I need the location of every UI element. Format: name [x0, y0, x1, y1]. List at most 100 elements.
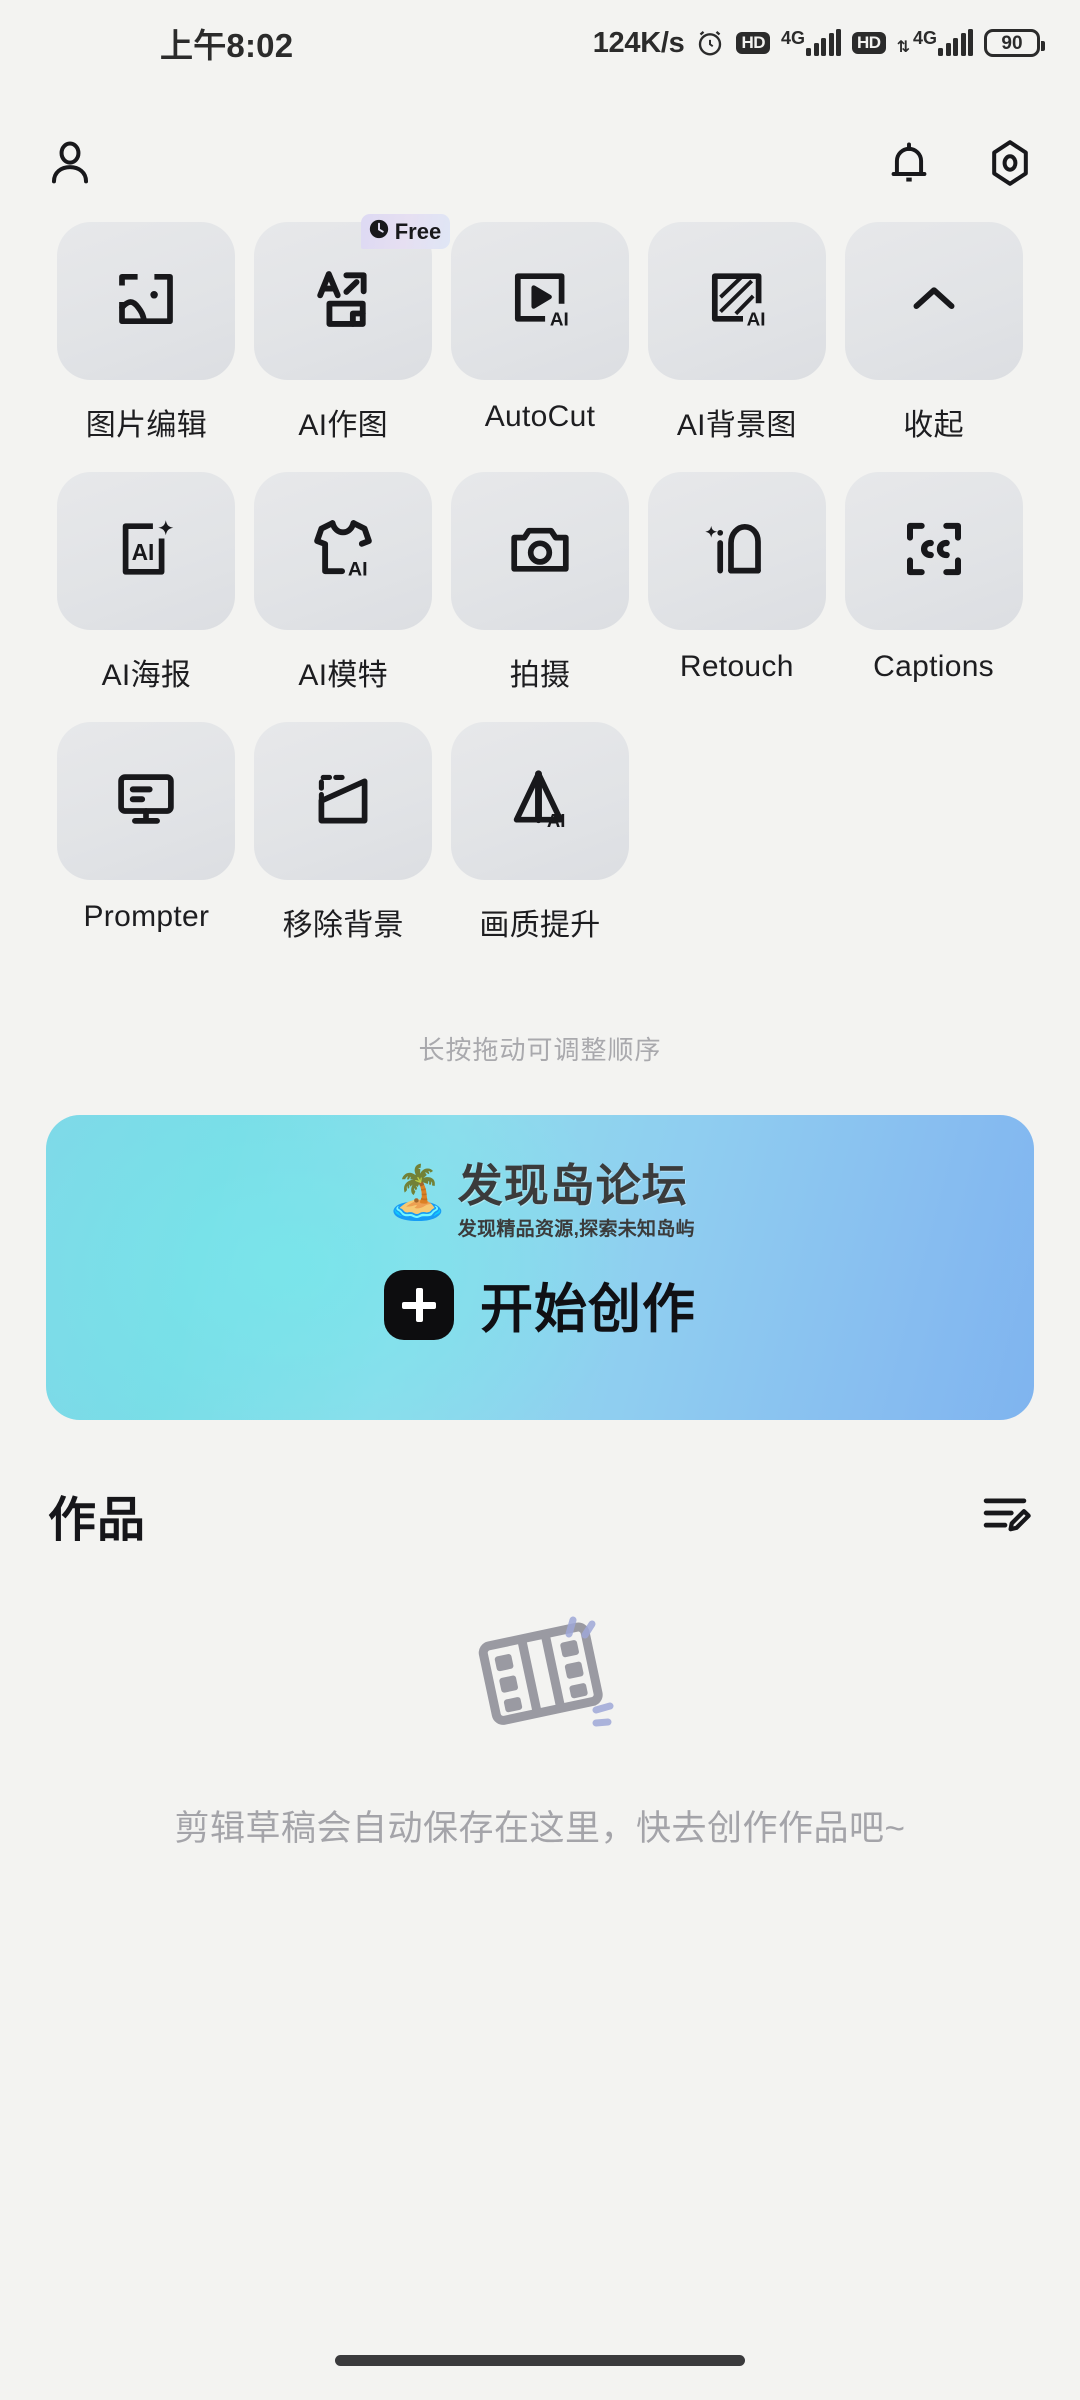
- image-edit-icon: [110, 263, 182, 340]
- banner-watermark: 🏝️ 发现岛论坛 发现精品资源,探索未知岛屿: [46, 1163, 1034, 1241]
- sim1-signal-bars: [806, 29, 842, 56]
- works-manage-button[interactable]: [978, 1486, 1032, 1545]
- tool-label: AI背景图: [676, 409, 797, 442]
- empty-state-text: 剪辑草稿会自动保存在这里，快去创作作品吧~: [174, 1809, 906, 1848]
- ai-text-to-image-icon: [306, 262, 380, 341]
- tool-tile-retouch[interactable]: Retouch: [638, 472, 835, 694]
- tool-label: AutoCut: [484, 400, 596, 433]
- alarm-clock-icon: [695, 28, 725, 58]
- battery-indicator: 90: [984, 29, 1045, 57]
- retouch-face-icon: [701, 513, 773, 590]
- tool-label: Captions: [873, 650, 994, 683]
- tool-tile-ai-model[interactable]: AI AI模特: [245, 472, 442, 694]
- prompter-monitor-icon: [110, 763, 182, 840]
- free-badge-text: Free: [394, 218, 442, 244]
- tool-tile-image-edit[interactable]: 图片编辑: [48, 222, 245, 444]
- tool-tile-prompter[interactable]: Prompter: [48, 722, 245, 944]
- sim2-network-label: 4G: [912, 28, 937, 48]
- status-bar-indicators: 124K/s HD 4G HD ⇅ 4G 90: [592, 26, 1045, 60]
- start-creating-label: 开始创作: [480, 1280, 696, 1339]
- profile-button[interactable]: [44, 137, 96, 194]
- sim1-network-label: 4G: [781, 28, 806, 48]
- quality-enhance-ai-icon: AI: [504, 763, 576, 840]
- data-transfer-icon: ⇅: [896, 39, 910, 56]
- captions-cc-icon: [898, 513, 970, 590]
- tool-tile-collapse[interactable]: 收起: [835, 222, 1032, 444]
- sim1-signal: 4G: [781, 28, 842, 56]
- home-indicator[interactable]: [335, 2355, 745, 2366]
- tool-tile-ai-background[interactable]: AI AI背景图: [638, 222, 835, 444]
- tool-label: 移除背景: [282, 909, 404, 942]
- tool-label: 拍摄: [509, 659, 571, 692]
- tool-tile-background: AI: [254, 472, 433, 630]
- ai-model-tshirt-icon: AI: [306, 512, 380, 591]
- tool-tile-background: [254, 722, 433, 880]
- bell-icon: [884, 138, 934, 193]
- svg-text:AI: AI: [132, 538, 155, 564]
- ai-background-icon: AI: [701, 263, 773, 340]
- tool-tile-background: [844, 472, 1023, 630]
- svg-text:AI: AI: [746, 309, 765, 330]
- remove-background-icon: [307, 763, 379, 840]
- film-strip-icon: [440, 1600, 640, 1760]
- works-title: 作品: [48, 1494, 147, 1547]
- tool-tile-camera[interactable]: 拍摄: [442, 472, 639, 694]
- svg-text:AI: AI: [547, 810, 566, 831]
- top-nav-actions: [884, 137, 1036, 194]
- autocut-video-ai-icon: AI: [504, 263, 576, 340]
- tool-tile-background: AI: [57, 472, 236, 630]
- tool-label: 画质提升: [479, 909, 601, 942]
- tool-tile-background: Free: [254, 214, 451, 380]
- svg-text:AI: AI: [550, 309, 569, 330]
- tool-tile-background: [57, 722, 236, 880]
- edit-list-icon: [978, 1486, 1032, 1545]
- battery-level-text: 90: [1001, 32, 1023, 54]
- tool-label: AI作图: [298, 409, 388, 442]
- app-screen: 上午8:02 124K/s HD 4G HD ⇅ 4G 90 图片编辑 Free…: [0, 0, 1080, 2400]
- works-empty-state: 剪辑草稿会自动保存在这里，快去创作作品吧~: [0, 1600, 1080, 1856]
- svg-text:AI: AI: [348, 558, 368, 580]
- tool-label: 收起: [903, 409, 964, 442]
- tool-tile-background: [647, 472, 826, 630]
- sim2-signal: ⇅ 4G: [896, 28, 973, 56]
- person-icon: [44, 137, 96, 194]
- tool-tile-ai-poster[interactable]: AI AI海报: [48, 472, 245, 694]
- tool-label: Retouch: [679, 650, 794, 683]
- plus-icon: [384, 1270, 454, 1340]
- sim2-hd-badge: HD: [852, 32, 886, 54]
- camera-icon: [504, 513, 576, 590]
- start-creating-banner[interactable]: 🏝️ 发现岛论坛 发现精品资源,探索未知岛屿 开始创作: [46, 1115, 1034, 1420]
- palm-tree-icon: 🏝️: [385, 1164, 450, 1222]
- tool-tile-remove-background[interactable]: 移除背景: [245, 722, 442, 944]
- network-speed-text: 124K/s: [592, 26, 685, 59]
- ai-poster-icon: AI: [110, 513, 182, 590]
- settings-button[interactable]: [984, 137, 1036, 194]
- banner-watermark-text: 发现岛论坛 发现精品资源,探索未知岛屿: [458, 1163, 695, 1241]
- clock-icon: [368, 218, 390, 245]
- start-creating-cta[interactable]: 开始创作: [46, 1267, 1034, 1343]
- notifications-button[interactable]: [884, 138, 934, 193]
- tool-tile-autocut[interactable]: AI AutoCut: [442, 222, 639, 444]
- tool-label: 图片编辑: [85, 409, 207, 442]
- works-section-header: 作品: [0, 1470, 1080, 1560]
- status-bar-time: 上午8:02: [160, 27, 294, 64]
- tool-label: AI模特: [298, 659, 388, 692]
- tool-tile-background: AI: [647, 222, 826, 380]
- status-bar: 上午8:02 124K/s HD 4G HD ⇅ 4G 90: [0, 0, 1080, 86]
- top-navigation-bar: [0, 110, 1080, 220]
- chevron-up-icon: [901, 266, 967, 337]
- tool-grid: 图片编辑 Free AI作图 AI AutoCut AI AI背景图 收起 AI…: [0, 214, 1080, 972]
- tool-tile-background: [844, 222, 1023, 380]
- free-badge: Free: [360, 214, 451, 249]
- reorder-hint-text: 长按拖动可调整顺序: [418, 1035, 662, 1065]
- settings-hexagon-icon: [984, 137, 1036, 194]
- tool-tile-background: AI: [450, 722, 629, 880]
- tool-tile-background: [450, 472, 629, 630]
- tool-tile-quality-enhance[interactable]: AI 画质提升: [442, 722, 639, 944]
- tool-tile-background: AI: [450, 222, 629, 380]
- tool-tile-ai-image[interactable]: Free AI作图: [245, 214, 451, 444]
- tool-tile-captions[interactable]: Captions: [835, 472, 1032, 694]
- watermark-title: 发现岛论坛: [457, 1160, 688, 1211]
- sim1-hd-badge: HD: [736, 32, 770, 54]
- tool-tile-background: [57, 222, 236, 380]
